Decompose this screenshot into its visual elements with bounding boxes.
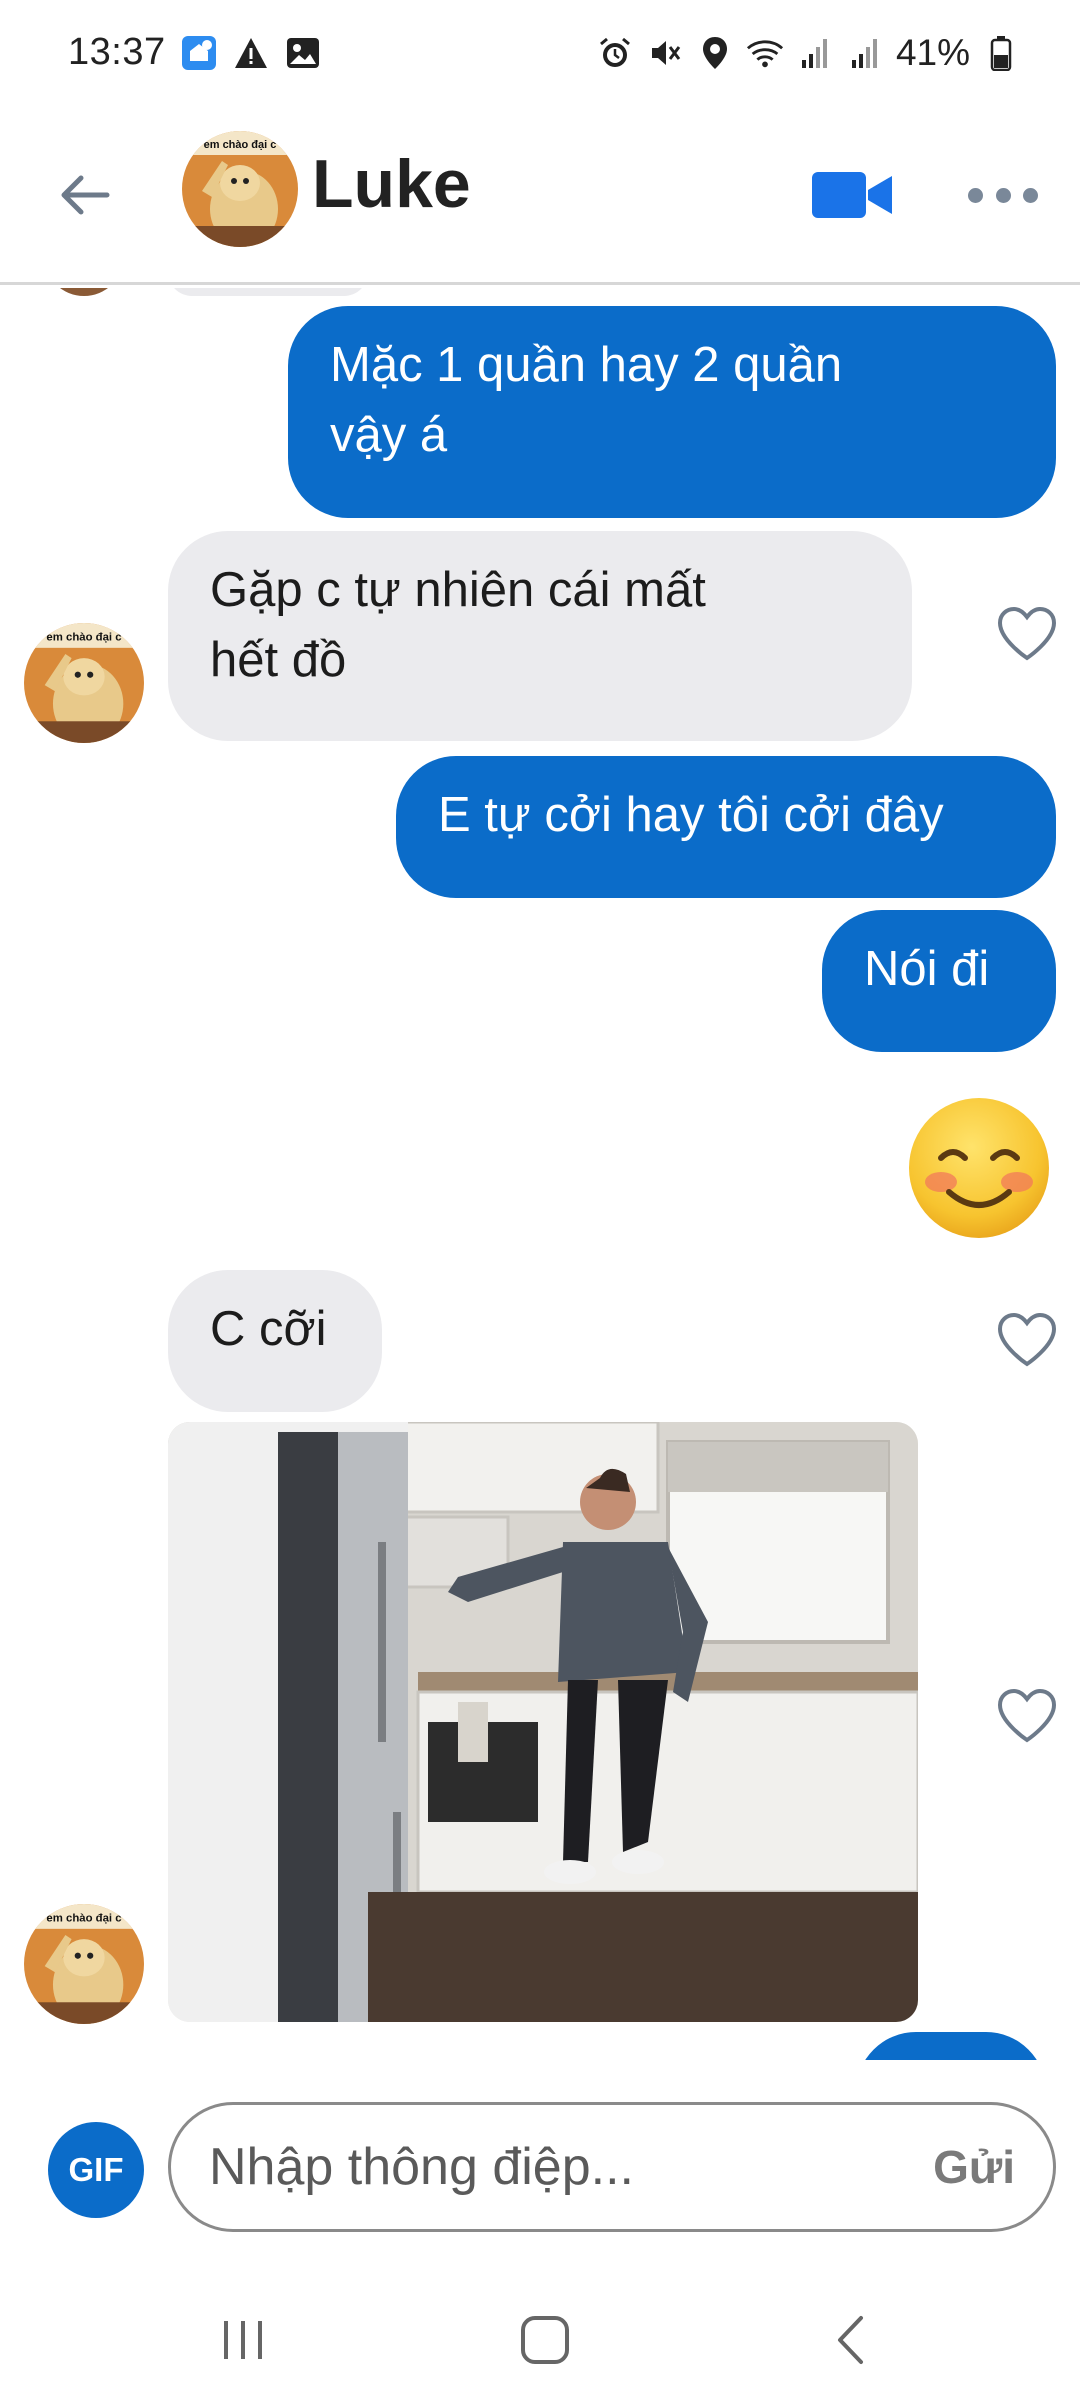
battery-level: 41% xyxy=(895,31,970,73)
signal-icon xyxy=(846,34,884,72)
dot xyxy=(1023,187,1038,203)
battery-icon xyxy=(982,34,1020,72)
gif-message[interactable] xyxy=(168,1422,918,2022)
outgoing-message[interactable]: Mặc 1 quần hay 2 quần vậy á xyxy=(288,306,1056,518)
home-icon xyxy=(521,2316,569,2364)
mute-icon xyxy=(646,34,684,72)
message-line: C cỡi xyxy=(210,1302,327,1356)
incoming-message[interactable]: C cỡi xyxy=(168,1270,382,1412)
message-list[interactable]: Mặc 1 quần hay 2 quần vậy á em chào đại … xyxy=(0,288,1080,2060)
message-line: vậy á xyxy=(330,408,448,462)
alarm-icon xyxy=(596,34,634,72)
sender-avatar[interactable]: em chào đại c xyxy=(24,623,144,743)
like-heart-icon[interactable] xyxy=(996,1312,1058,1368)
previous-message-edge xyxy=(168,288,368,296)
recent-apps-icon xyxy=(224,2321,262,2359)
message-line: Gặp c tự nhiên cái mất xyxy=(210,563,706,617)
video-call-button[interactable] xyxy=(810,160,896,230)
incoming-message[interactable]: Gặp c tự nhiên cái mất hết đồ xyxy=(168,531,912,741)
avatar-caption: em chào đại c xyxy=(204,139,277,151)
home-notification-icon xyxy=(180,34,218,72)
message-line: Mặc 1 quần hay 2 quần xyxy=(330,338,843,392)
location-icon xyxy=(696,34,734,72)
message-composer: GIF Gửi xyxy=(0,2060,1080,2280)
message-line: Nói đi xyxy=(864,942,990,996)
back-button[interactable] xyxy=(50,160,120,230)
avatar-caption: em chào đại c xyxy=(46,632,121,644)
smiling-face-emoji-icon[interactable] xyxy=(905,1094,1053,1242)
back-nav-icon xyxy=(838,2316,863,2364)
back-nav-button[interactable] xyxy=(806,2300,896,2380)
arrow-left-icon xyxy=(61,175,110,215)
signal-icon xyxy=(796,34,834,72)
status-bar: 13:37 41% xyxy=(0,0,1080,105)
send-button[interactable]: Gửi xyxy=(933,2140,1015,2194)
sender-avatar[interactable]: em chào đại c xyxy=(24,1904,144,2024)
gif-button[interactable]: GIF xyxy=(48,2122,144,2218)
contact-avatar[interactable]: em chào đại c xyxy=(182,131,298,247)
avatar-caption: em chào đại c xyxy=(46,1913,121,1925)
outgoing-message[interactable]: E tự cởi hay tôi cởi đây xyxy=(396,756,1056,898)
video-camera-icon xyxy=(812,172,892,218)
wifi-icon xyxy=(746,34,784,72)
warning-icon xyxy=(232,34,270,72)
outgoing-message[interactable]: Nói đi xyxy=(822,910,1056,1052)
previous-avatar-edge xyxy=(44,288,124,296)
like-heart-icon[interactable] xyxy=(996,606,1058,662)
system-navigation-bar xyxy=(0,2280,1080,2400)
recent-apps-button[interactable] xyxy=(198,2300,288,2380)
like-heart-icon[interactable] xyxy=(996,1688,1058,1744)
image-icon xyxy=(284,34,322,72)
message-input-wrapper[interactable]: Gửi xyxy=(168,2102,1056,2232)
message-line: hết đồ xyxy=(210,633,347,687)
more-options-button[interactable] xyxy=(968,170,1038,220)
message-input[interactable] xyxy=(209,2137,934,2197)
next-message-edge xyxy=(856,2032,1046,2060)
home-button[interactable] xyxy=(500,2300,590,2380)
dot xyxy=(995,187,1011,203)
dot xyxy=(968,187,983,203)
chat-header: em chào đại c Luke xyxy=(0,105,1080,285)
status-time: 13:37 xyxy=(68,31,166,73)
contact-name[interactable]: Luke xyxy=(312,145,471,223)
message-line: E tự cởi hay tôi cởi đây xyxy=(438,788,944,842)
